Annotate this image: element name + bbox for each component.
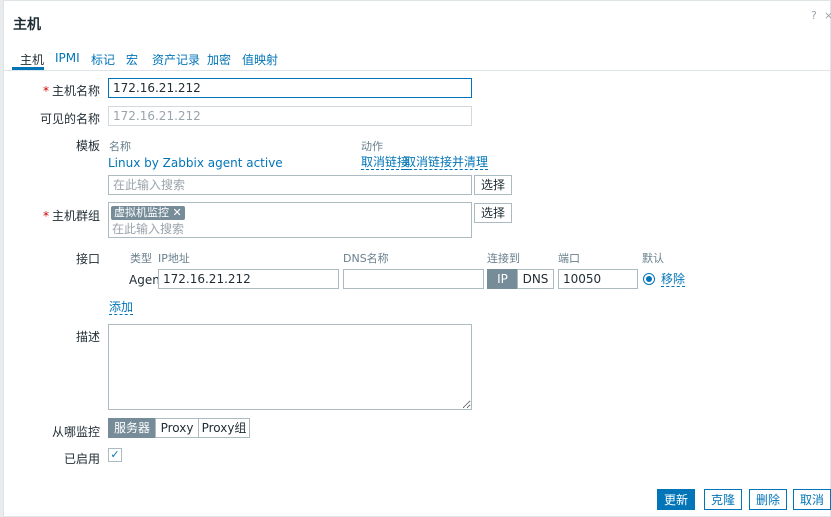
interface-remove-button[interactable]: 移除 bbox=[661, 273, 686, 287]
tab-tags[interactable]: 标记 bbox=[91, 51, 115, 68]
tab-value-mapping[interactable]: 值映射 bbox=[242, 51, 278, 68]
interface-type-header: 类型 bbox=[130, 252, 152, 265]
cancel-button[interactable]: 取消 bbox=[793, 489, 831, 510]
tab-host[interactable]: 主机 bbox=[20, 51, 44, 68]
remove-tag-icon[interactable]: ✕ bbox=[173, 206, 182, 219]
interfaces-label: 接口 bbox=[75, 252, 100, 266]
template-link-linux-zabbix-agent-active[interactable]: Linux by Zabbix agent active bbox=[108, 156, 283, 170]
description-textarea[interactable] bbox=[108, 324, 472, 410]
templates-label: 模板 bbox=[75, 139, 100, 153]
monitored-by-proxy-option[interactable]: Proxy bbox=[155, 418, 199, 438]
monitored-by-server-option[interactable]: 服务器 bbox=[108, 418, 156, 438]
interface-ip-input[interactable] bbox=[158, 269, 339, 289]
host-group-tag: 虚拟机监控 ✕ bbox=[111, 206, 185, 220]
host-edit-dialog: 主机 ? × 主机 IPMI 标记 宏 资产记录 加密 值映射 *主机名称 可见… bbox=[3, 0, 831, 517]
visible-name-input[interactable] bbox=[108, 106, 472, 126]
enabled-label: 已启用 bbox=[63, 452, 100, 466]
update-button[interactable]: 更新 bbox=[657, 489, 695, 510]
dialog-title: 主机 bbox=[13, 17, 41, 33]
interface-add-button[interactable]: 添加 bbox=[109, 301, 134, 315]
connect-ip-toggle[interactable]: IP bbox=[487, 269, 518, 289]
interface-ip-header: IP地址 bbox=[158, 252, 190, 265]
interface-port-input[interactable] bbox=[558, 269, 638, 289]
monitored-by-label: 从哪监控 bbox=[51, 425, 100, 439]
monitored-by-proxy-group-option[interactable]: Proxy组 bbox=[198, 418, 250, 438]
template-action-header: 动作 bbox=[361, 140, 383, 153]
template-unlink-button[interactable]: 取消链接 bbox=[361, 156, 410, 170]
tab-ipmi[interactable]: IPMI bbox=[55, 51, 80, 65]
hostname-input[interactable] bbox=[108, 78, 472, 98]
active-tab-indicator bbox=[12, 67, 44, 70]
host-groups-multiselect[interactable]: 虚拟机监控 ✕ bbox=[108, 202, 472, 239]
template-name-header: 名称 bbox=[109, 140, 131, 153]
tab-bar: 主机 IPMI 标记 宏 资产记录 加密 值映射 bbox=[4, 45, 831, 71]
delete-button[interactable]: 删除 bbox=[749, 489, 787, 510]
clone-button[interactable]: 克隆 bbox=[704, 489, 742, 510]
host-groups-label: * 主机群组 bbox=[42, 209, 100, 223]
template-search-input[interactable] bbox=[108, 175, 472, 195]
interface-default-header: 默认 bbox=[642, 252, 664, 265]
connect-dns-toggle[interactable]: DNS bbox=[517, 269, 554, 289]
interface-port-header: 端口 bbox=[558, 252, 580, 265]
help-icon[interactable]: ? bbox=[811, 9, 817, 22]
tab-encryption[interactable]: 加密 bbox=[207, 51, 231, 68]
interface-dns-input[interactable] bbox=[343, 269, 484, 289]
close-icon[interactable]: × bbox=[824, 9, 831, 22]
tab-inventory[interactable]: 资产记录 bbox=[152, 51, 200, 68]
interface-default-radio[interactable] bbox=[643, 273, 655, 285]
host-groups-search-input[interactable] bbox=[108, 219, 408, 239]
template-select-button[interactable]: 选择 bbox=[474, 175, 512, 195]
tab-macros[interactable]: 宏 bbox=[126, 51, 138, 68]
interface-dns-header: DNS名称 bbox=[343, 252, 389, 265]
enabled-checkbox[interactable]: ✓ bbox=[108, 448, 122, 462]
description-label: 描述 bbox=[75, 330, 100, 344]
template-unlink-clear-button[interactable]: 取消链接并清理 bbox=[404, 156, 489, 170]
interface-connect-header: 连接到 bbox=[487, 252, 520, 265]
host-groups-select-button[interactable]: 选择 bbox=[474, 203, 512, 223]
visible-name-label: 可见的名称 bbox=[39, 112, 100, 126]
hostname-label: * 主机名称 bbox=[42, 84, 100, 98]
